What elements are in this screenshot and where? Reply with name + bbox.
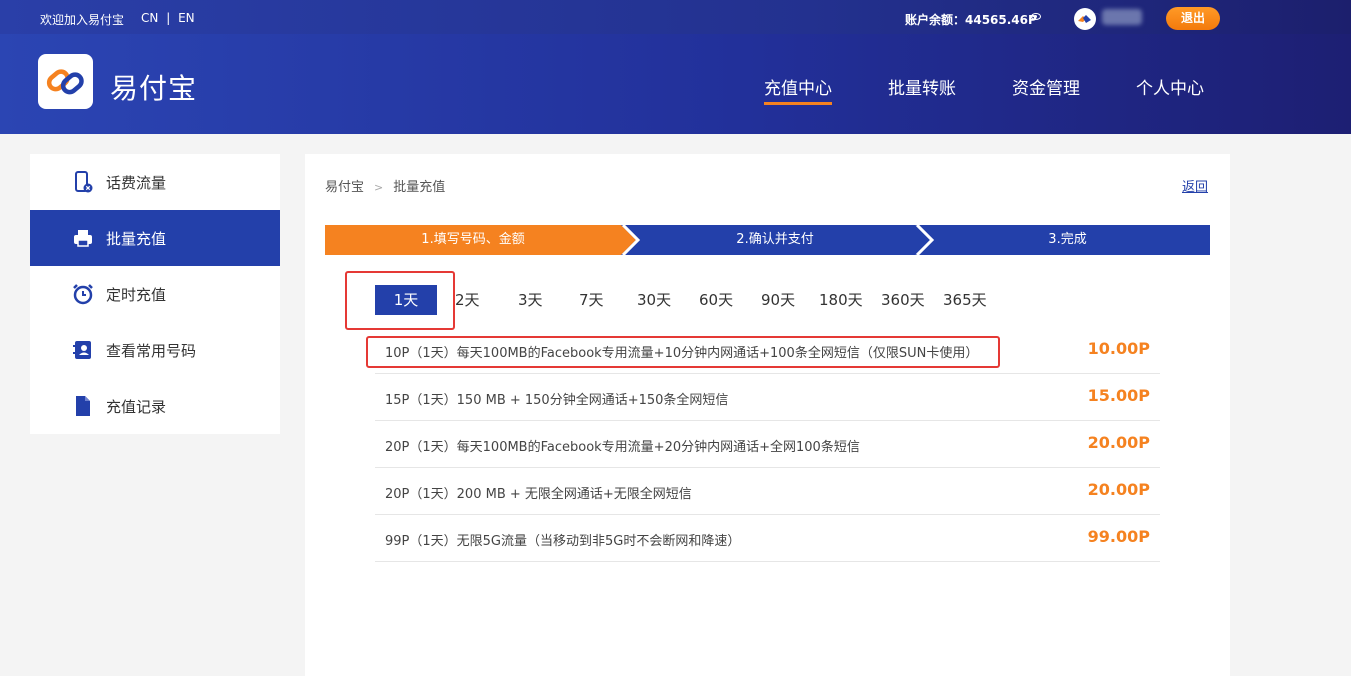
breadcrumb-root[interactable]: 易付宝 xyxy=(325,180,364,195)
tab-2-day[interactable]: 2天 xyxy=(455,285,480,315)
sidebar: 话费流量 批量充值 定时充值 查看常用号码 充值记录 xyxy=(30,154,280,434)
main-header: 易付宝 充值中心 批量转账 资金管理 个人中心 xyxy=(0,34,1351,134)
highlight-box-plan xyxy=(366,336,1000,368)
plan-price: 10.00P xyxy=(1087,339,1150,358)
list-item[interactable]: 20P（1天）每天100MB的Facebook专用流量+20分钟内网通话+全网1… xyxy=(375,421,1160,468)
plan-description: 20P（1天）每天100MB的Facebook专用流量+20分钟内网通话+全网1… xyxy=(385,440,860,455)
lang-separator: | xyxy=(166,11,171,25)
lang-cn-link[interactable]: CN xyxy=(141,11,158,25)
sidebar-item-phone-data[interactable]: 话费流量 xyxy=(30,154,280,210)
tab-180-day[interactable]: 180天 xyxy=(819,285,863,315)
nav-batch-transfer[interactable]: 批量转账 xyxy=(888,74,956,99)
tab-3-day[interactable]: 3天 xyxy=(518,285,543,315)
breadcrumb: 易付宝 > 批量充值 xyxy=(325,176,445,195)
sidebar-item-label: 查看常用号码 xyxy=(106,342,197,360)
eye-icon[interactable] xyxy=(1031,13,1041,20)
tab-7-day[interactable]: 7天 xyxy=(579,285,604,315)
contact-card-icon xyxy=(73,341,91,359)
sidebar-item-label: 充值记录 xyxy=(106,398,167,416)
nav-recharge-center[interactable]: 充值中心 xyxy=(764,74,832,105)
sidebar-item-recharge-records[interactable]: 充值记录 xyxy=(30,378,280,434)
sidebar-item-label: 话费流量 xyxy=(106,174,167,192)
main-panel: 易付宝 > 批量充值 返回 1.填写号码、金额 2.确认并支付 3.完成 1天 2天… xyxy=(305,154,1230,676)
breadcrumb-separator: > xyxy=(374,181,384,194)
tab-30-day[interactable]: 30天 xyxy=(637,285,671,315)
plan-price: 20.00P xyxy=(1087,480,1150,499)
plan-description: 15P（1天）150 MB + 150分钟全网通话+150条全网短信 xyxy=(385,393,729,408)
plan-description: 20P（1天）200 MB + 无限全网通话+无限全网短信 xyxy=(385,487,692,502)
alarm-clock-icon xyxy=(73,284,93,305)
brand-logo-icon xyxy=(1078,15,1091,23)
step-confirm-pay: 2.确认并支付 xyxy=(736,232,814,247)
plan-price: 15.00P xyxy=(1087,386,1150,405)
plan-price: 20.00P xyxy=(1087,433,1150,452)
list-item[interactable]: 99P（1天）无限5G流量（当移动到非5G时不会断网和降速） 99.00P xyxy=(375,515,1160,562)
tab-1-day[interactable]: 1天 xyxy=(375,285,437,315)
username-blurred xyxy=(1102,9,1142,25)
account-balance: 账户余额：44565.46P xyxy=(905,13,1037,27)
tab-365-day[interactable]: 365天 xyxy=(943,285,987,315)
sidebar-item-scheduled-recharge[interactable]: 定时充值 xyxy=(30,266,280,322)
list-item[interactable]: 15P（1天）150 MB + 150分钟全网通话+150条全网短信 15.00… xyxy=(375,374,1160,421)
plan-description: 99P（1天）无限5G流量（当移动到非5G时不会断网和降速） xyxy=(385,534,741,549)
phone-icon xyxy=(75,171,93,193)
plan-price: 99.00P xyxy=(1087,527,1150,546)
lang-en-link[interactable]: EN xyxy=(178,11,195,25)
sidebar-item-common-numbers[interactable]: 查看常用号码 xyxy=(30,322,280,378)
sidebar-item-label: 批量充值 xyxy=(106,230,167,248)
avatar[interactable] xyxy=(1074,8,1096,30)
tab-360-day[interactable]: 360天 xyxy=(881,285,925,315)
logo[interactable] xyxy=(38,54,93,109)
printer-icon xyxy=(74,230,92,247)
progress-steps: 1.填写号码、金额 2.确认并支付 3.完成 xyxy=(325,225,1210,255)
welcome-text: 欢迎加入易付宝 xyxy=(40,13,125,27)
tab-90-day[interactable]: 90天 xyxy=(761,285,795,315)
tab-60-day[interactable]: 60天 xyxy=(699,285,733,315)
top-bar: 欢迎加入易付宝 CN | EN 账户余额：44565.46P 退出 xyxy=(0,0,1351,34)
language-switch: CN | EN xyxy=(139,11,197,25)
step-fill-numbers: 1.填写号码、金额 xyxy=(421,232,525,247)
logout-button[interactable]: 退出 xyxy=(1166,7,1220,30)
breadcrumb-current: 批量充值 xyxy=(393,180,446,195)
document-icon xyxy=(76,396,90,416)
nav-personal-center[interactable]: 个人中心 xyxy=(1136,74,1204,99)
duration-tabs: 1天 2天 3天 7天 30天 60天 90天 180天 360天 365天 xyxy=(375,285,995,315)
sidebar-item-batch-recharge[interactable]: 批量充值 xyxy=(30,210,280,266)
step-complete: 3.完成 xyxy=(1048,232,1087,247)
brand-name: 易付宝 xyxy=(110,72,198,105)
sidebar-item-label: 定时充值 xyxy=(106,286,167,304)
back-link[interactable]: 返回 xyxy=(1182,176,1208,195)
brand-logo-icon xyxy=(46,69,84,95)
list-item[interactable]: 20P（1天）200 MB + 无限全网通话+无限全网短信 20.00P xyxy=(375,468,1160,515)
nav-fund-management[interactable]: 资金管理 xyxy=(1012,74,1080,99)
